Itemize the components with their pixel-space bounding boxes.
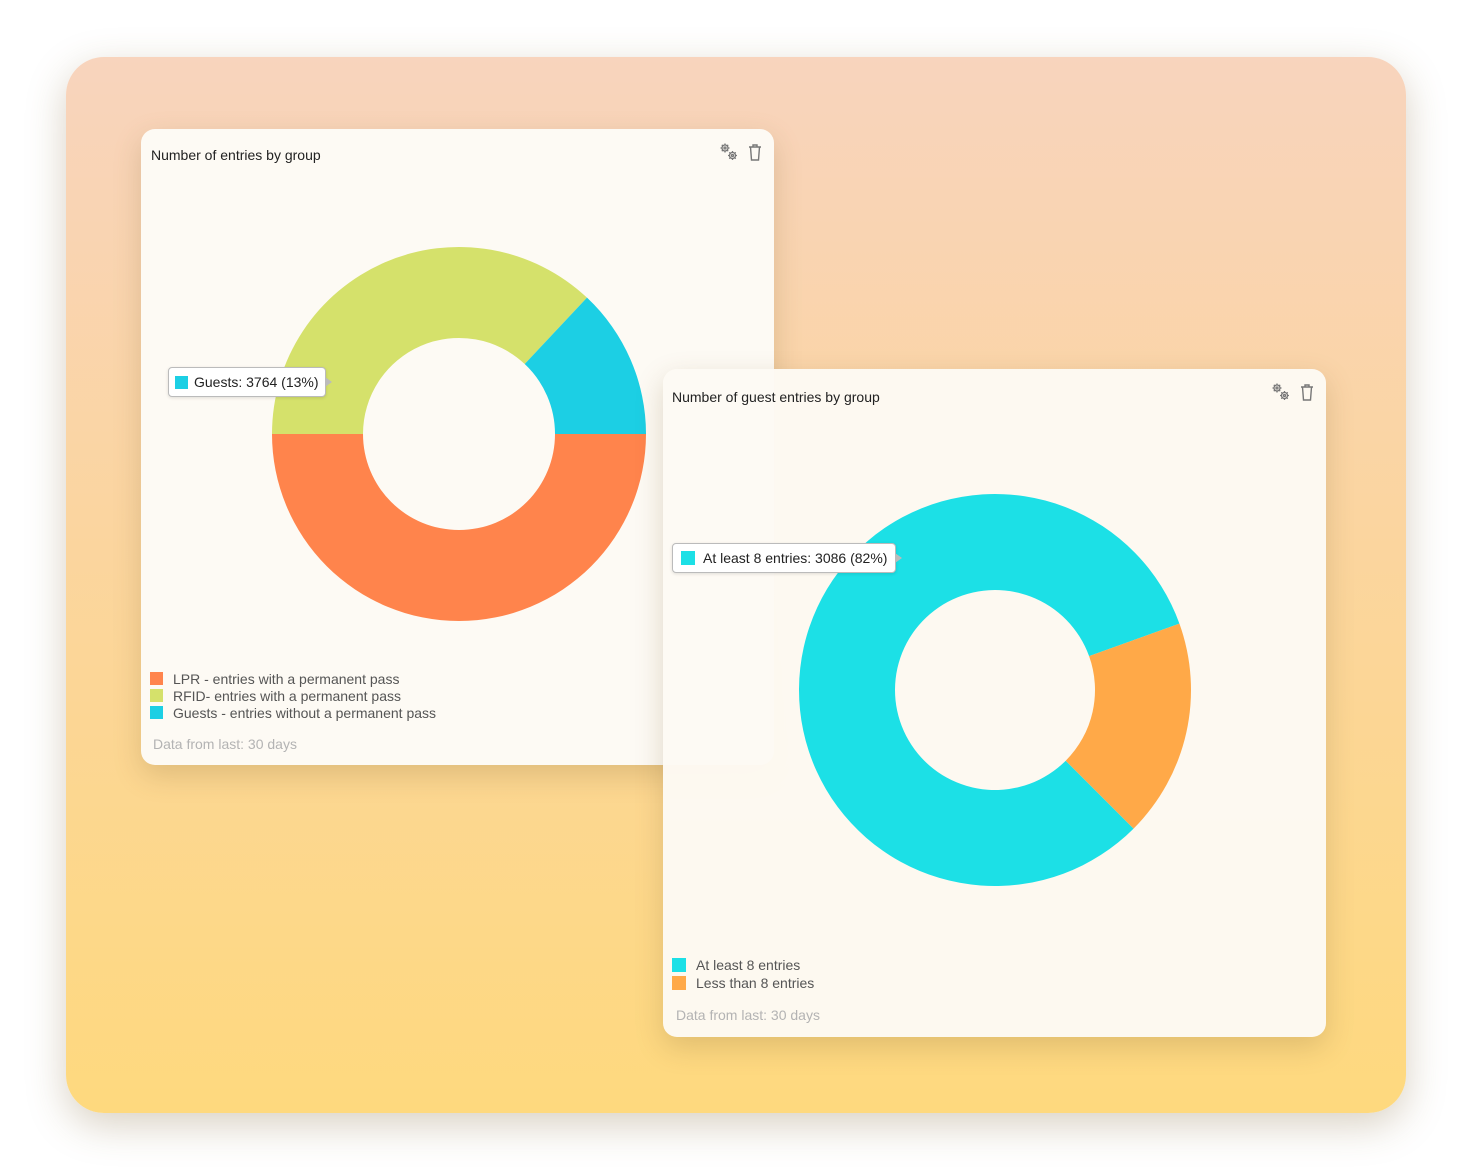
legend-item-rfid[interactable]: RFID- entries with a permanent pass xyxy=(150,687,436,704)
chart-legend: At least 8 entries Less than 8 entries xyxy=(672,956,814,992)
legend-swatch xyxy=(150,706,163,719)
legend-label: RFID- entries with a permanent pass xyxy=(173,687,401,704)
legend-label: Guests - entries without a permanent pas… xyxy=(173,704,437,721)
legend-item-at-least-8[interactable]: At least 8 entries xyxy=(672,956,814,974)
legend-swatch xyxy=(672,976,686,990)
legend-swatch xyxy=(150,689,163,702)
legend-item-less-than-8[interactable]: Less than 8 entries xyxy=(672,974,814,992)
legend-item-guests[interactable]: Guests - entries without a permanent pas… xyxy=(150,704,436,721)
chart-tooltip: Guests: 3764 (13%) xyxy=(168,367,332,397)
tooltip-text: Guests: 3764 (13%) xyxy=(194,374,319,390)
legend-swatch xyxy=(150,672,163,685)
guest-entries-by-group-widget: Number of guest entries by group At leas… xyxy=(663,369,1326,1037)
legend-label: At least 8 entries xyxy=(696,957,801,973)
legend-label: LPR - entries with a permanent pass xyxy=(173,670,400,687)
legend-label: Less than 8 entries xyxy=(696,975,815,991)
tooltip-text: At least 8 entries: 3086 (82%) xyxy=(703,550,888,566)
chart-tooltip: At least 8 entries: 3086 (82%) xyxy=(672,543,903,573)
guest-entries-donut-chart xyxy=(799,493,1191,886)
tooltip-swatch xyxy=(175,375,188,389)
data-range-note: Data from last: 30 days xyxy=(676,1007,820,1023)
legend-item-lpr[interactable]: LPR - entries with a permanent pass xyxy=(150,670,436,687)
data-range-note: Data from last: 30 days xyxy=(153,736,297,752)
chart-legend: LPR - entries with a permanent pass RFID… xyxy=(150,670,436,721)
donut-slice-lpr[interactable] xyxy=(272,434,646,621)
legend-swatch xyxy=(672,958,686,972)
tooltip-swatch xyxy=(681,551,695,565)
donut-slice-rfid[interactable] xyxy=(272,246,588,434)
